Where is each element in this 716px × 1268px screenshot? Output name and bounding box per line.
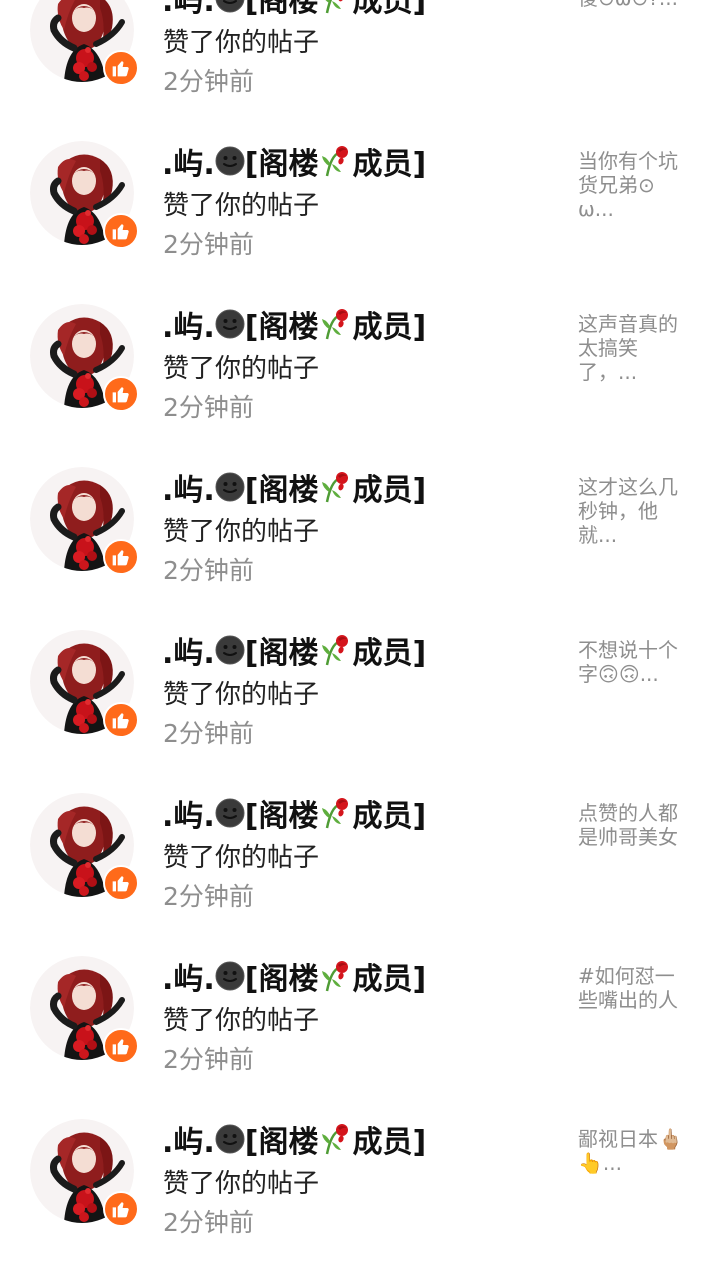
dark-smiley-icon xyxy=(215,798,245,828)
thumbs-up-icon xyxy=(103,376,139,412)
dark-smiley-icon xyxy=(215,472,245,502)
thumbs-up-icon xyxy=(103,213,139,249)
post-excerpt[interactable]: 傻⊙ω⊙?... xyxy=(578,0,688,10)
user-name-group: [阁楼 xyxy=(244,799,319,834)
user-name-role: 成员] xyxy=(352,636,427,671)
dark-smiley-icon xyxy=(215,146,245,176)
user-name[interactable]: .屿. [阁楼 成员] xyxy=(162,956,427,997)
user-name[interactable]: .屿. [阁楼 成员] xyxy=(162,467,427,508)
dark-smiley-icon xyxy=(215,0,245,13)
user-name-group: [阁楼 xyxy=(244,473,319,508)
action-text: 赞了你的帖子 xyxy=(163,1169,320,1199)
dark-smiley-icon xyxy=(215,961,245,991)
notification-row[interactable]: .屿. [阁楼 成员] 赞了你的帖子 2分钟前 鄙视日本🖕🏼👆... xyxy=(0,1105,716,1268)
notification-row[interactable]: .屿. [阁楼 成员] 赞了你的帖子 2分钟前 点赞的人都是帅哥美女 xyxy=(0,779,716,942)
post-excerpt[interactable]: #如何怼一些嘴出的人 xyxy=(578,964,688,1012)
post-excerpt[interactable]: 鄙视日本🖕🏼👆... xyxy=(578,1127,688,1175)
user-name-role: 成员] xyxy=(352,147,427,182)
action-text: 赞了你的帖子 xyxy=(163,1006,320,1036)
post-excerpt[interactable]: 不想说十个字🙃🙃... xyxy=(578,638,688,686)
post-excerpt[interactable]: 这声音真的太搞笑了，... xyxy=(578,312,688,384)
post-excerpt[interactable]: 这才这么几秒钟，他就... xyxy=(578,475,688,547)
action-text: 赞了你的帖子 xyxy=(163,191,320,221)
user-name-role: 成员] xyxy=(352,962,427,997)
user-name-group: [阁楼 xyxy=(244,962,319,997)
timestamp: 2分钟前 xyxy=(163,1045,254,1074)
action-text: 赞了你的帖子 xyxy=(163,843,320,873)
thumbs-up-icon xyxy=(103,865,139,901)
user-name[interactable]: .屿. [阁楼 成员] xyxy=(162,1119,427,1160)
user-name-prefix: .屿. xyxy=(162,0,215,19)
user-name-group: [阁楼 xyxy=(244,636,319,671)
wilted-rose-icon xyxy=(319,796,353,830)
user-name[interactable]: .屿. [阁楼 成员] xyxy=(162,141,427,182)
notification-row[interactable]: .屿. [阁楼 成员] 赞了你的帖子 2分钟前 #如何怼一些嘴出的人 xyxy=(0,942,716,1105)
user-name-role: 成员] xyxy=(352,1125,427,1160)
wilted-rose-icon xyxy=(319,470,353,504)
thumbs-up-icon xyxy=(103,539,139,575)
user-name-role: 成员] xyxy=(352,0,427,19)
user-name-group: [阁楼 xyxy=(244,147,319,182)
user-name[interactable]: .屿. [阁楼 成员] xyxy=(162,793,427,834)
user-name-prefix: .屿. xyxy=(162,310,215,345)
dark-smiley-icon xyxy=(215,1124,245,1154)
wilted-rose-icon xyxy=(319,0,353,15)
action-text: 赞了你的帖子 xyxy=(163,354,320,384)
notification-row[interactable]: .屿. [阁楼 成员] 赞了你的帖子 2分钟前 当你有个坑货兄弟⊙ω... xyxy=(0,127,716,290)
notification-row[interactable]: .屿. [阁楼 成员] 赞了你的帖子 2分钟前 这声音真的太搞笑了，... xyxy=(0,290,716,453)
thumbs-up-icon xyxy=(103,702,139,738)
wilted-rose-icon xyxy=(319,1122,353,1156)
post-excerpt[interactable]: 点赞的人都是帅哥美女 xyxy=(578,801,688,849)
user-name-group: [阁楼 xyxy=(244,0,319,19)
user-name-role: 成员] xyxy=(352,310,427,345)
user-name-group: [阁楼 xyxy=(244,1125,319,1160)
dark-smiley-icon xyxy=(215,309,245,339)
user-name-group: [阁楼 xyxy=(244,310,319,345)
user-name-prefix: .屿. xyxy=(162,1125,215,1160)
user-name[interactable]: .屿. [阁楼 成员] xyxy=(162,630,427,671)
thumbs-up-icon xyxy=(103,50,139,86)
wilted-rose-icon xyxy=(319,633,353,667)
user-name-role: 成员] xyxy=(352,799,427,834)
user-name[interactable]: .屿. [阁楼 成员] xyxy=(162,0,427,19)
timestamp: 2分钟前 xyxy=(163,882,254,911)
notification-row[interactable]: .屿. [阁楼 成员] 赞了你的帖子 2分钟前 傻⊙ω⊙?... xyxy=(0,0,716,127)
post-excerpt[interactable]: 当你有个坑货兄弟⊙ω... xyxy=(578,149,688,221)
user-name-role: 成员] xyxy=(352,473,427,508)
notification-row[interactable]: .屿. [阁楼 成员] 赞了你的帖子 2分钟前 不想说十个字🙃🙃... xyxy=(0,616,716,779)
user-name-prefix: .屿. xyxy=(162,962,215,997)
user-name[interactable]: .屿. [阁楼 成员] xyxy=(162,304,427,345)
user-name-prefix: .屿. xyxy=(162,799,215,834)
user-name-prefix: .屿. xyxy=(162,473,215,508)
dark-smiley-icon xyxy=(215,635,245,665)
wilted-rose-icon xyxy=(319,144,353,178)
user-name-prefix: .屿. xyxy=(162,636,215,671)
timestamp: 2分钟前 xyxy=(163,719,254,748)
notification-row[interactable]: .屿. [阁楼 成员] 赞了你的帖子 2分钟前 这才这么几秒钟，他就... xyxy=(0,453,716,616)
action-text: 赞了你的帖子 xyxy=(163,28,320,58)
wilted-rose-icon xyxy=(319,307,353,341)
timestamp: 2分钟前 xyxy=(163,230,254,259)
timestamp: 2分钟前 xyxy=(163,393,254,422)
timestamp: 2分钟前 xyxy=(163,1208,254,1237)
timestamp: 2分钟前 xyxy=(163,556,254,585)
action-text: 赞了你的帖子 xyxy=(163,517,320,547)
thumbs-up-icon xyxy=(103,1028,139,1064)
thumbs-up-icon xyxy=(103,1191,139,1227)
timestamp: 2分钟前 xyxy=(163,67,254,96)
notification-list[interactable]: .屿. [阁楼 成员] 赞了你的帖子 2分钟前 傻⊙ω⊙?... .屿. xyxy=(0,0,716,1237)
user-name-prefix: .屿. xyxy=(162,147,215,182)
wilted-rose-icon xyxy=(319,959,353,993)
action-text: 赞了你的帖子 xyxy=(163,680,320,710)
